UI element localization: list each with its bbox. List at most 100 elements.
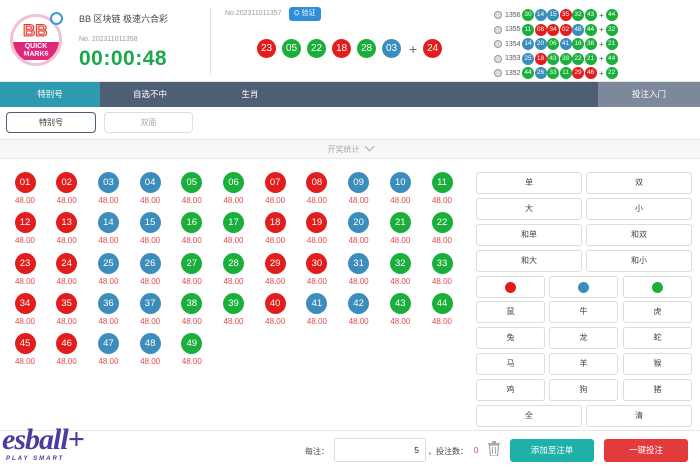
number-ball[interactable]: 16: [181, 212, 203, 234]
number-ball[interactable]: 34: [14, 292, 36, 314]
quick-pick-button[interactable]: 双: [586, 172, 692, 194]
quick-pick-button[interactable]: 小: [586, 198, 692, 220]
number-option[interactable]: 12 48.00: [13, 212, 37, 245]
number-option[interactable]: 34 48.00: [13, 292, 37, 326]
subtab-two-sides[interactable]: 双面: [104, 112, 193, 133]
tab-pick-miss[interactable]: 自选不中: [100, 82, 200, 107]
number-ball[interactable]: 46: [56, 333, 78, 355]
number-ball[interactable]: 09: [348, 172, 370, 193]
number-ball[interactable]: 17: [223, 212, 244, 234]
quick-pick-button[interactable]: 和大: [476, 250, 582, 272]
number-ball[interactable]: 33: [431, 252, 453, 274]
bet-guide-button[interactable]: 投注入门: [598, 82, 700, 107]
quick-pick-button[interactable]: 和单: [476, 224, 582, 246]
number-option[interactable]: 33 48.00: [430, 252, 454, 286]
number-ball[interactable]: 41: [306, 292, 328, 314]
number-ball[interactable]: 23: [14, 252, 36, 274]
number-option[interactable]: 47 48.00: [96, 333, 120, 366]
one-click-bet-button[interactable]: 一键投注: [604, 439, 688, 462]
number-option[interactable]: 13 48.00: [55, 212, 79, 245]
tab-zodiac[interactable]: 生肖: [200, 82, 300, 107]
search-icon[interactable]: [494, 11, 502, 20]
number-ball[interactable]: 48: [139, 333, 161, 355]
number-ball[interactable]: 44: [431, 292, 453, 314]
number-ball[interactable]: 45: [14, 333, 36, 355]
search-icon[interactable]: [494, 54, 502, 63]
zodiac-button[interactable]: 牛: [549, 301, 618, 323]
quick-pick-button[interactable]: 和双: [586, 224, 692, 246]
add-to-slip-button[interactable]: 添加至注单: [510, 439, 594, 462]
number-ball[interactable]: 14: [97, 212, 119, 234]
zodiac-button[interactable]: 猴: [623, 353, 692, 375]
number-ball[interactable]: 05: [181, 172, 203, 193]
number-option[interactable]: 25 48.00: [96, 252, 120, 286]
number-option[interactable]: 41 48.00: [305, 292, 329, 326]
zodiac-button[interactable]: 马: [476, 353, 545, 375]
quick-pick-button[interactable]: 和小: [586, 250, 692, 272]
number-ball[interactable]: 08: [306, 172, 328, 193]
verify-button[interactable]: ⛭ 验证: [289, 7, 321, 21]
zodiac-button[interactable]: 鼠: [476, 301, 545, 323]
trash-icon[interactable]: [488, 441, 500, 456]
number-ball[interactable]: 22: [431, 212, 453, 234]
number-option[interactable]: 31 48.00: [347, 252, 371, 286]
tab-special-number[interactable]: 特别号: [0, 82, 100, 107]
number-option[interactable]: 28 48.00: [222, 252, 246, 286]
stats-toggle[interactable]: 开奖统计: [0, 140, 700, 159]
number-option[interactable]: 04 48.00: [138, 172, 162, 205]
number-ball[interactable]: 30: [306, 252, 328, 274]
subtab-special[interactable]: 特别号: [6, 112, 96, 133]
number-option[interactable]: 23 48.00: [13, 252, 37, 286]
zodiac-button[interactable]: 鸡: [476, 379, 545, 401]
number-ball[interactable]: 25: [97, 252, 119, 274]
number-ball[interactable]: 24: [56, 252, 78, 274]
number-ball[interactable]: 31: [348, 252, 370, 274]
number-option[interactable]: 15 48.00: [138, 212, 162, 245]
number-ball[interactable]: 39: [223, 292, 244, 314]
clear-button[interactable]: 清: [586, 405, 692, 427]
number-option[interactable]: 42 48.00: [347, 292, 371, 326]
number-option[interactable]: 36 48.00: [96, 292, 120, 326]
number-ball[interactable]: 13: [56, 212, 78, 234]
number-option[interactable]: 11 48.00: [430, 172, 454, 205]
number-option[interactable]: 40 48.00: [263, 292, 287, 326]
number-ball[interactable]: 43: [389, 292, 411, 314]
number-ball[interactable]: 28: [223, 252, 244, 274]
search-icon[interactable]: [494, 25, 502, 34]
number-option[interactable]: 14 48.00: [96, 212, 120, 245]
zodiac-button[interactable]: 虎: [623, 301, 692, 323]
number-option[interactable]: 09 48.00: [347, 172, 371, 205]
number-ball[interactable]: 38: [181, 292, 203, 314]
number-option[interactable]: 21 48.00: [388, 212, 412, 245]
number-ball[interactable]: 10: [389, 172, 411, 193]
number-option[interactable]: 30 48.00: [305, 252, 329, 286]
number-option[interactable]: 38 48.00: [180, 292, 204, 326]
number-option[interactable]: 26 48.00: [138, 252, 162, 286]
number-option[interactable]: 16 48.00: [180, 212, 204, 245]
zodiac-button[interactable]: 兔: [476, 327, 545, 349]
number-ball[interactable]: 18: [264, 212, 286, 234]
number-option[interactable]: 05 48.00: [180, 172, 204, 205]
number-option[interactable]: 37 48.00: [138, 292, 162, 326]
number-ball[interactable]: 06: [223, 172, 244, 193]
quick-pick-button[interactable]: 大: [476, 198, 582, 220]
number-option[interactable]: 19 48.00: [305, 212, 329, 245]
number-option[interactable]: 10 48.00: [388, 172, 412, 205]
number-ball[interactable]: 35: [56, 292, 78, 314]
number-ball[interactable]: 19: [306, 212, 328, 234]
number-option[interactable]: 48 48.00: [138, 333, 162, 366]
number-option[interactable]: 32 48.00: [388, 252, 412, 286]
number-option[interactable]: 43 48.00: [388, 292, 412, 326]
number-option[interactable]: 18 48.00: [263, 212, 287, 245]
select-all-button[interactable]: 全: [476, 405, 582, 427]
number-ball[interactable]: 42: [348, 292, 370, 314]
number-option[interactable]: 03 48.00: [96, 172, 120, 205]
history-row[interactable]: 1355 11 08 34 02 48 44 +32: [494, 23, 694, 38]
number-option[interactable]: 29 48.00: [263, 252, 287, 286]
amount-input[interactable]: 5: [334, 438, 426, 462]
number-ball[interactable]: 01: [14, 172, 36, 193]
number-option[interactable]: 06 48.00: [222, 172, 246, 205]
zodiac-button[interactable]: 羊: [549, 353, 618, 375]
number-option[interactable]: 20 48.00: [347, 212, 371, 245]
zodiac-button[interactable]: 狗: [549, 379, 618, 401]
